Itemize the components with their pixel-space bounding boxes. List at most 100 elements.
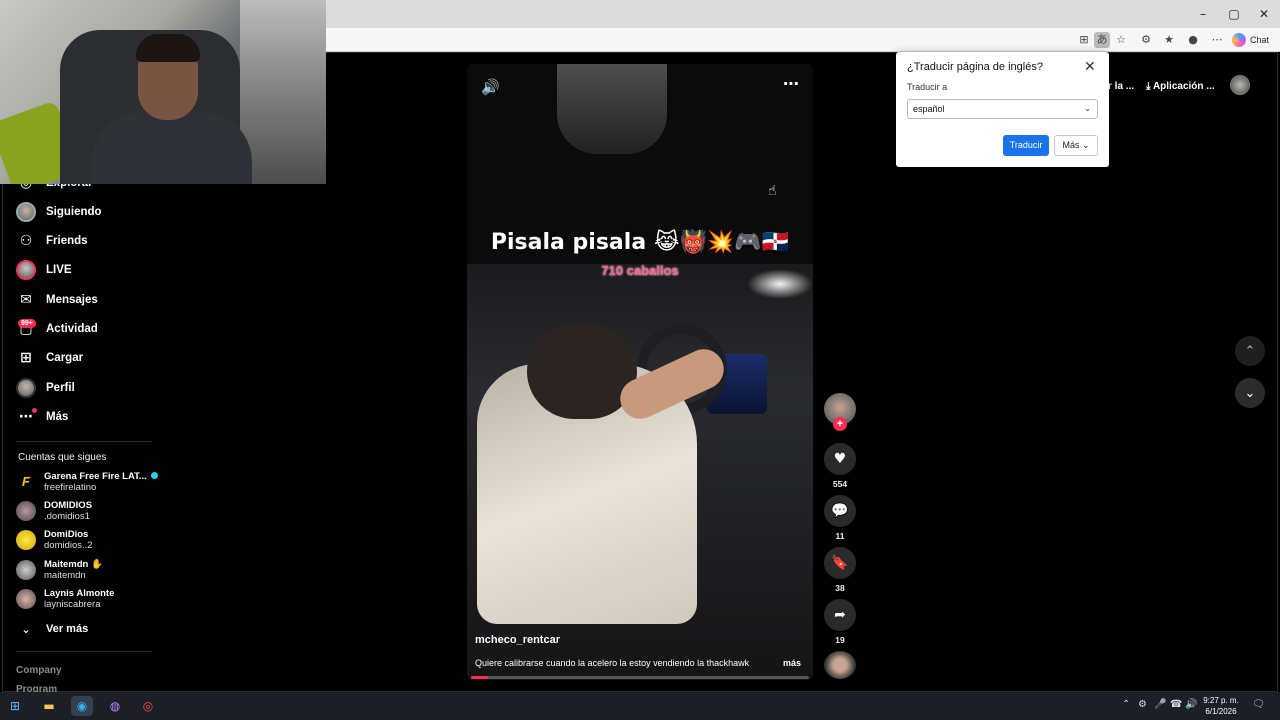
app-icon[interactable]: ◍ xyxy=(104,696,126,716)
download-icon: ⤓ xyxy=(1146,80,1153,92)
close-icon[interactable]: ✕ xyxy=(1084,59,1096,75)
account-name: Garena Free Fire LAT... xyxy=(44,471,147,482)
edge-browser-icon[interactable]: ◉ xyxy=(71,696,93,716)
chevron-down-icon: ⌄ xyxy=(1084,104,1091,113)
save-button[interactable]: 🔖 xyxy=(824,547,856,579)
webcam-person-hair xyxy=(136,34,200,62)
favorite-star-icon[interactable]: ☆ xyxy=(1113,32,1129,48)
upload-plus-icon: ⊞ xyxy=(20,350,32,366)
webcam-background xyxy=(240,0,326,184)
sidebar-item-live[interactable]: LIVE xyxy=(16,258,72,282)
video-progress-bar[interactable] xyxy=(471,676,809,679)
previous-video-button[interactable]: ⌃ xyxy=(1235,336,1265,366)
sidebar-label: LIVE xyxy=(46,264,72,276)
account-handle: domidios..2 xyxy=(44,540,93,551)
video-frame-detail xyxy=(557,64,667,154)
more-menu-icon[interactable]: ⋯ xyxy=(1209,32,1225,48)
chevron-down-icon: ⌄ xyxy=(1244,385,1256,401)
sidebar-item-mas[interactable]: ⋯ Más xyxy=(16,405,68,429)
sidebar-label: Friends xyxy=(46,235,88,247)
divider xyxy=(16,441,152,442)
sidebar-item-friends[interactable]: ⚇ Friends xyxy=(16,229,88,253)
music-disc[interactable] xyxy=(824,651,856,679)
share-button[interactable]: ➦ xyxy=(824,599,856,631)
see-more-button[interactable]: ⌄ Ver más xyxy=(16,617,88,641)
profile-icon[interactable]: ● xyxy=(1185,32,1201,48)
tray-app-icon[interactable]: ⚙ xyxy=(1138,699,1147,710)
translate-more-button[interactable]: Más ⌄ xyxy=(1054,135,1098,156)
next-video-button[interactable]: ⌄ xyxy=(1235,378,1265,408)
translate-icon[interactable]: あ xyxy=(1094,32,1110,48)
account-handle: maitemdn xyxy=(44,570,86,581)
account-name: Laynis Almonte xyxy=(44,588,115,599)
following-accounts-title: Cuentas que sigues xyxy=(18,452,107,463)
microphone-icon[interactable]: 🎤 xyxy=(1154,699,1166,710)
video-progress-fill xyxy=(471,676,488,679)
divider xyxy=(16,651,152,652)
chevron-down-icon: ⌄ xyxy=(1081,140,1090,150)
copilot-icon xyxy=(1232,33,1246,47)
copilot-chat-button[interactable]: Chat xyxy=(1232,31,1269,49)
follow-plus-icon[interactable]: + xyxy=(833,417,847,431)
chevron-down-icon: ⌄ xyxy=(21,622,31,636)
get-app-button[interactable]: ⤓ Aplicación ... xyxy=(1146,81,1215,92)
windows-taskbar: ⊞ ▬ ◉ ◍ ◎ ⌃ ⚙ 🎤 ☎ 🔊 9:27 p. m. 6/1/2026 … xyxy=(0,692,1280,720)
description-more-button[interactable]: más xyxy=(783,658,801,668)
sidebar-item-siguiendo[interactable]: Siguiendo xyxy=(16,200,102,224)
notification-icon[interactable]: 🗨 xyxy=(1252,699,1265,710)
followed-account[interactable]: F Garena Free Fire LAT... freefirelatino xyxy=(16,469,158,495)
more-label: Más xyxy=(1062,140,1080,150)
like-button[interactable]: ♥ xyxy=(824,443,856,475)
sidebar-label: Cargar xyxy=(46,352,84,364)
sidebar-label: Mensajes xyxy=(46,294,98,306)
message-icon: ✉ xyxy=(20,292,32,308)
language-select[interactable]: español ⌄ xyxy=(907,99,1098,119)
video-player[interactable]: 🔊 ⋯ Pisala pisala 😹👹💥🎮🇩🇴 710 caballos mc… xyxy=(467,64,813,680)
bookmark-icon: 🔖 xyxy=(831,555,849,571)
verified-badge-icon xyxy=(150,472,158,479)
friends-icon: ⚇ xyxy=(19,233,33,249)
video-more-icon[interactable]: ⋯ xyxy=(783,74,800,93)
video-subcaption: 710 caballos xyxy=(601,263,679,278)
tray-chevron-icon[interactable]: ⌃ xyxy=(1122,699,1130,710)
close-window-button[interactable]: ✕ xyxy=(1249,4,1279,24)
like-count: 554 xyxy=(832,479,848,489)
activity-badge: 99+ xyxy=(18,319,36,328)
account-handle: freefirelatino xyxy=(44,482,97,493)
webcam-person-body xyxy=(92,112,252,184)
favorites-icon[interactable]: ★ xyxy=(1161,32,1177,48)
account-handle: .domidios1 xyxy=(44,511,90,522)
network-icon[interactable]: ☎ xyxy=(1170,699,1182,710)
comment-icon: 💬 xyxy=(831,503,849,519)
comment-count: 11 xyxy=(835,531,845,541)
maximize-button[interactable]: ▢ xyxy=(1219,4,1249,24)
obs-icon[interactable]: ◎ xyxy=(137,696,159,716)
see-more-label: Ver más xyxy=(46,623,89,635)
comment-button[interactable]: 💬 xyxy=(824,495,856,527)
file-explorer-icon[interactable]: ▬ xyxy=(38,696,60,716)
user-avatar[interactable] xyxy=(1230,75,1250,95)
translate-button[interactable]: Traducir xyxy=(1003,135,1049,156)
video-author[interactable]: mcheco_rentcar xyxy=(475,634,560,646)
extension-icon[interactable]: ⚙ xyxy=(1138,32,1154,48)
sidebar-item-cargar[interactable]: ⊞ Cargar xyxy=(16,346,83,370)
clock-date: 6/1/2026 xyxy=(1205,707,1237,716)
sidebar-item-mensajes[interactable]: ✉ Mensajes xyxy=(16,288,98,312)
followed-account[interactable]: DomiDios domidios..2 xyxy=(16,527,93,553)
save-count: 38 xyxy=(835,583,845,593)
share-arrow-icon: ➦ xyxy=(834,607,846,623)
sidebar-item-perfil[interactable]: Perfil xyxy=(16,376,75,400)
account-name: DOMIDIOS xyxy=(44,500,93,511)
followed-account[interactable]: DOMIDIOS .domidios1 xyxy=(16,498,92,524)
app-icon[interactable]: ⊞ xyxy=(1076,32,1092,48)
footer-link-company[interactable]: Company xyxy=(16,665,62,676)
top-left-action[interactable]: r la ... xyxy=(1108,81,1134,92)
followed-account[interactable]: Maitemdn ✋ maitemdn xyxy=(16,557,103,583)
volume-icon[interactable]: 🔊 xyxy=(481,78,500,96)
windows-start-icon[interactable]: ⊞ xyxy=(4,696,26,716)
minimize-button[interactable]: – xyxy=(1188,4,1218,24)
followed-account[interactable]: Laynis Almonte layniscabrera xyxy=(16,586,114,612)
translate-popup: ¿Traducir página de inglés? ✕ Traducir a… xyxy=(896,52,1109,167)
taskbar-clock[interactable]: 9:27 p. m. 6/1/2026 xyxy=(1196,695,1246,717)
sidebar-label: Actividad xyxy=(46,323,98,335)
